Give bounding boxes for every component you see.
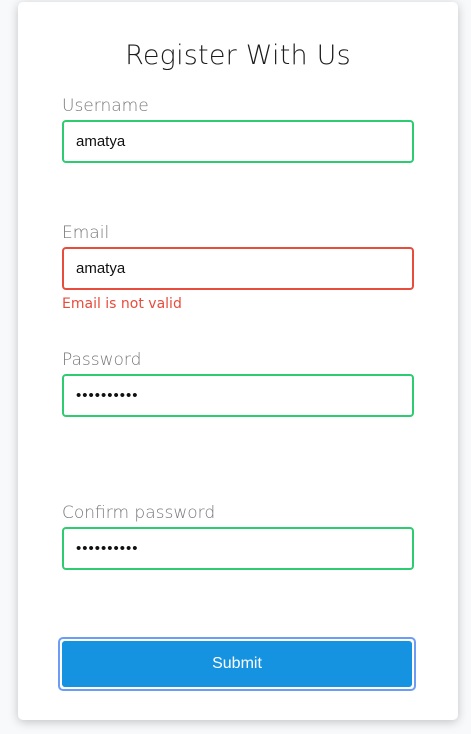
confirm-password-input[interactable] — [62, 527, 414, 570]
email-error-message: Email is not valid — [62, 296, 182, 312]
username-label: Username — [62, 96, 149, 116]
password-label: Password — [62, 350, 142, 370]
registration-card: Register With Us Username Email Email is… — [18, 2, 458, 720]
form-title: Register With Us — [125, 40, 351, 71]
email-label: Email — [62, 223, 110, 243]
submit-button[interactable]: Submit — [62, 641, 412, 687]
password-input[interactable] — [62, 374, 414, 417]
submit-focus-ring: Submit — [58, 637, 416, 691]
confirm-password-label: Confirm password — [62, 503, 216, 523]
email-input[interactable] — [62, 247, 414, 290]
username-input[interactable] — [62, 120, 414, 163]
